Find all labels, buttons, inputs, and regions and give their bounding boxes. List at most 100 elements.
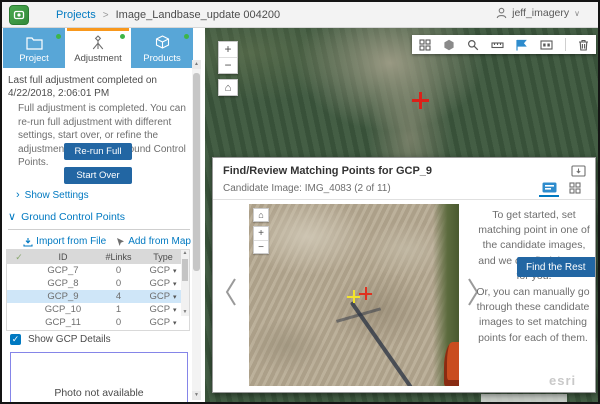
- gcp-row-type-dropdown[interactable]: GCP▾: [142, 317, 184, 328]
- tab-adjustment[interactable]: Adjustment: [67, 28, 129, 68]
- divider: [213, 199, 595, 200]
- tab-status-dot-icon: [120, 34, 125, 39]
- column-header-id: ID: [31, 252, 95, 262]
- orange-target-object: [444, 342, 459, 386]
- gcp-row-type-dropdown[interactable]: GCP▾: [142, 278, 184, 289]
- tab-label: Adjustment: [74, 53, 122, 64]
- tab-project[interactable]: Project: [3, 28, 65, 68]
- candidate-image-viewer[interactable]: ⌂ + −: [249, 204, 459, 386]
- show-settings-toggle[interactable]: › Show Settings: [16, 189, 89, 201]
- tab-label: Project: [19, 53, 49, 64]
- tab-status-dot-icon: [184, 34, 189, 39]
- start-over-button[interactable]: Start Over: [64, 167, 132, 184]
- gcp-row-links: 0: [95, 278, 142, 289]
- rerun-full-button[interactable]: Re-run Full: [64, 143, 132, 160]
- image-zoom-control: + −: [253, 226, 269, 254]
- zoom-in-button[interactable]: +: [219, 42, 237, 58]
- top-bar: Projects > Image_Landbase_update 004200 …: [2, 2, 598, 28]
- gcp-row-id: GCP_9: [31, 291, 95, 302]
- gcp-table-row[interactable]: GCP_70GCP▾: [7, 264, 189, 277]
- measure-icon[interactable]: [491, 39, 504, 51]
- previous-image-button[interactable]: [223, 276, 239, 308]
- gcp-section-toggle[interactable]: ∨ Ground Control Points: [8, 210, 125, 223]
- show-gcp-details-checkbox[interactable]: ✓ Show GCP Details: [10, 334, 111, 345]
- breadcrumb: Projects > Image_Landbase_update 004200: [56, 9, 280, 21]
- gcp-row-links: 1: [95, 304, 142, 315]
- gcp-table-row[interactable]: GCP_110GCP▾: [7, 316, 189, 329]
- left-panel: Project Adjustment Products Last full ad…: [2, 28, 205, 402]
- matching-points-panel: Find/Review Matching Points for GCP_9 Ca…: [212, 157, 596, 393]
- user-name: jeff_imagery: [512, 7, 569, 19]
- image-home-button[interactable]: ⌂: [253, 208, 269, 222]
- gcp-table-row[interactable]: GCP_94GCP▾: [7, 290, 189, 303]
- display-settings-icon[interactable]: [540, 39, 553, 51]
- chevron-right-icon: ›: [16, 189, 20, 201]
- cube-icon: [155, 35, 170, 50]
- caret-down-icon: ▾: [173, 307, 177, 314]
- grid-view-icon[interactable]: [565, 179, 585, 197]
- image-zoom-out-button[interactable]: −: [254, 241, 268, 255]
- tab-strip: Project Adjustment Products: [2, 28, 205, 68]
- image-collection-icon[interactable]: [419, 39, 431, 51]
- gcp-row-type-dropdown[interactable]: GCP▾: [142, 291, 184, 302]
- checkbox-checked-icon: ✓: [10, 334, 21, 345]
- basemap-icon[interactable]: [443, 39, 455, 51]
- left-panel-scrollbar[interactable]: ▲ ▼: [192, 60, 201, 400]
- scroll-down-icon[interactable]: ▼: [181, 309, 189, 316]
- match-point-marker-red: [359, 287, 372, 300]
- ortho-maker-logo-icon[interactable]: [9, 5, 29, 25]
- matching-points-icon[interactable]: [515, 39, 528, 51]
- gcp-photo-placeholder: Photo not available: [10, 352, 188, 402]
- candidate-image-label: Candidate Image: IMG_4083 (2 of 11): [223, 183, 391, 194]
- app-window: Projects > Image_Landbase_update 004200 …: [0, 0, 600, 404]
- add-from-map-label: Add from Map: [128, 236, 191, 247]
- screenshot-icon[interactable]: [571, 165, 586, 177]
- gcp-table-row[interactable]: GCP_101GCP▾: [7, 303, 189, 316]
- camera-glyph-icon: [13, 9, 25, 21]
- zoom-out-button[interactable]: −: [219, 58, 237, 74]
- esri-watermark: esri: [549, 373, 576, 388]
- column-header-links: #Links: [95, 252, 142, 262]
- gcp-row-type-dropdown[interactable]: GCP▾: [142, 265, 184, 276]
- select-all-check-icon[interactable]: ✓: [7, 252, 31, 263]
- map-toolbar: [412, 35, 596, 54]
- card-view-icon[interactable]: [539, 179, 559, 197]
- delete-icon[interactable]: [578, 39, 589, 51]
- adjustment-status-text: Last full adjustment completed on 4/22/2…: [8, 74, 194, 100]
- gcp-actions-row: Import from File Add from Map: [2, 236, 191, 247]
- search-icon[interactable]: [467, 39, 479, 51]
- scroll-down-icon[interactable]: ▼: [192, 391, 201, 400]
- gcp-map-marker[interactable]: [412, 92, 429, 109]
- caret-down-icon: ▾: [173, 268, 177, 275]
- home-extent-button[interactable]: ⌂: [218, 79, 238, 96]
- image-zoom-in-button[interactable]: +: [254, 227, 268, 241]
- gcp-row-links: 4: [95, 291, 142, 302]
- gcp-row-id: GCP_11: [31, 317, 95, 328]
- gcp-table-row[interactable]: GCP_80GCP▾: [7, 277, 189, 290]
- gcp-row-id: GCP_8: [31, 278, 95, 289]
- scrollbar-thumb[interactable]: [193, 73, 200, 271]
- scroll-up-icon[interactable]: ▲: [181, 250, 189, 257]
- tab-status-dot-icon: [56, 34, 61, 39]
- breadcrumb-projects-link[interactable]: Projects: [56, 9, 96, 21]
- scrollbar-thumb[interactable]: [182, 259, 188, 281]
- user-menu[interactable]: jeff_imagery ∨: [496, 7, 580, 19]
- gcp-section-title: Ground Control Points: [21, 211, 125, 223]
- table-scrollbar[interactable]: ▲ ▼: [181, 250, 189, 316]
- divider: [8, 229, 190, 230]
- gcp-row-links: 0: [95, 317, 142, 328]
- tab-products[interactable]: Products: [131, 28, 193, 68]
- show-gcp-details-label: Show GCP Details: [28, 334, 111, 345]
- gcp-table: ✓ ID #Links Type GCP_70GCP▾GCP_80GCP▾GCP…: [6, 249, 190, 331]
- toolbar-separator: [565, 38, 566, 51]
- scroll-up-icon[interactable]: ▲: [192, 60, 201, 69]
- gcp-row-id: GCP_10: [31, 304, 95, 315]
- import-from-file-link[interactable]: Import from File: [23, 236, 106, 247]
- tab-label: Products: [143, 53, 181, 64]
- gcp-table-rows: GCP_70GCP▾GCP_80GCP▾GCP_94GCP▾GCP_101GCP…: [7, 264, 189, 330]
- gcp-row-id: GCP_7: [31, 265, 95, 276]
- find-the-rest-button[interactable]: Find the Rest: [517, 257, 596, 277]
- gcp-row-type-dropdown[interactable]: GCP▾: [142, 304, 184, 315]
- folder-icon: [26, 36, 43, 50]
- add-from-map-link[interactable]: Add from Map: [116, 236, 191, 247]
